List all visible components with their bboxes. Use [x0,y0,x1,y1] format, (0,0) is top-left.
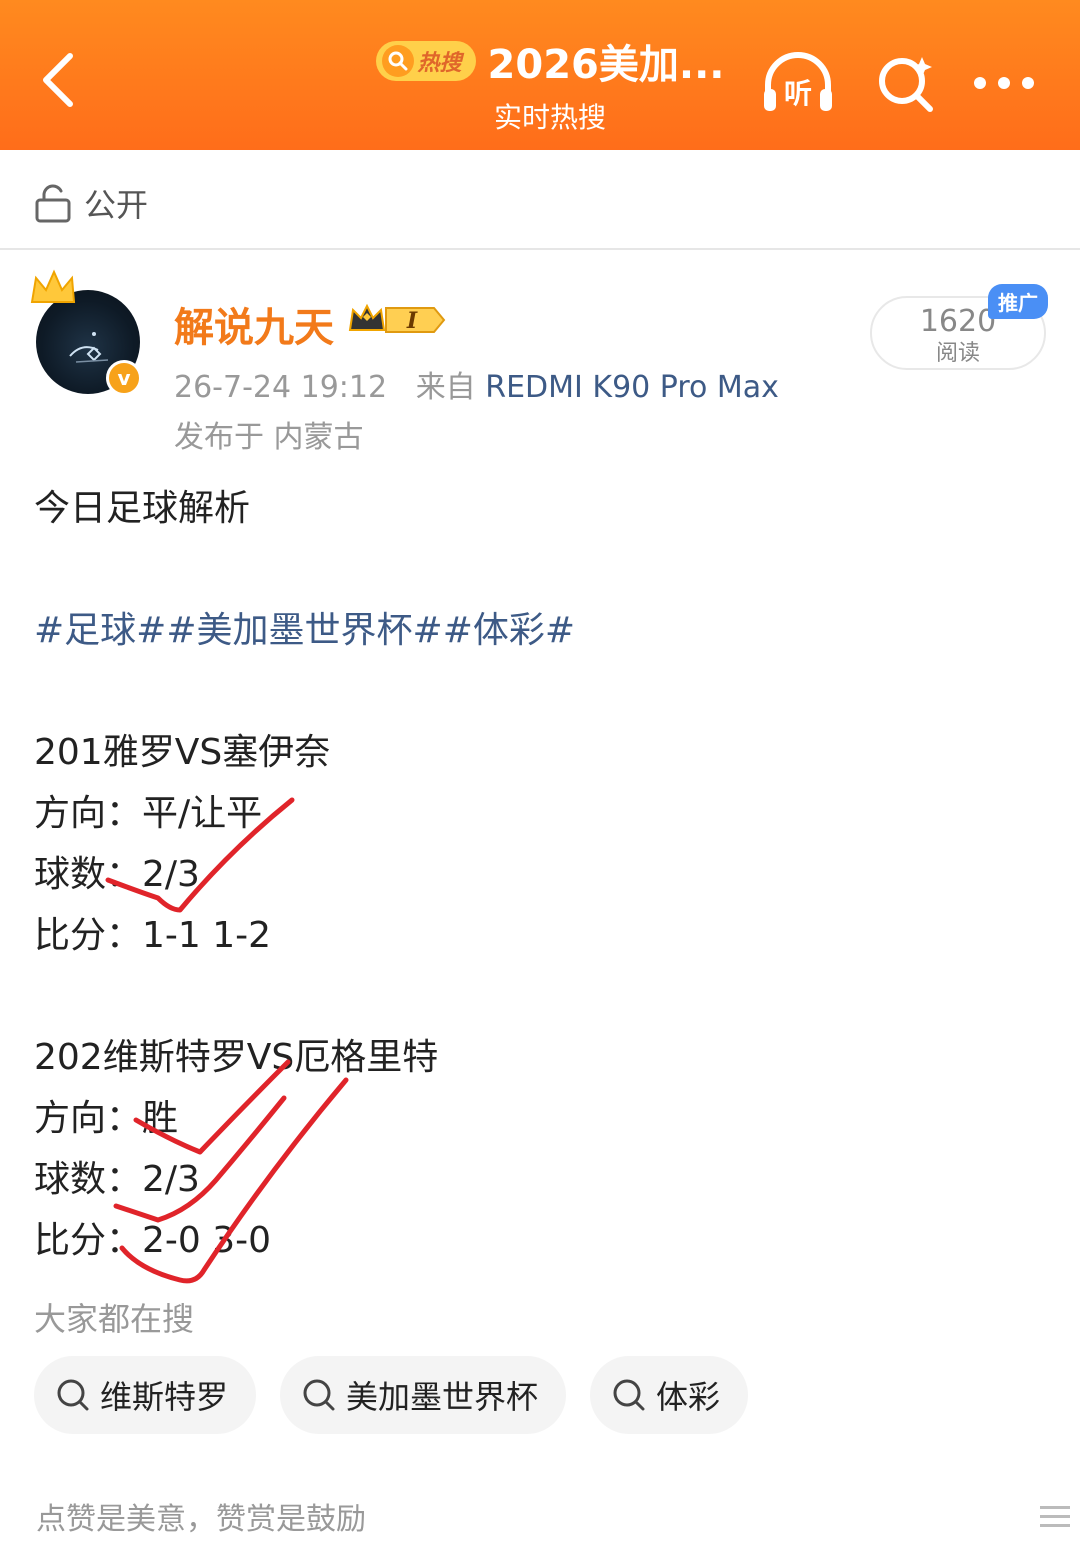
headphones-icon: 听 [764,52,832,111]
vip-level-badge-icon[interactable]: I [346,302,450,338]
hot-search-title[interactable]: 热搜 2026美加... 实时热搜 [370,30,730,136]
hot-search-badge: 热搜 [375,41,476,81]
hashtag-football[interactable]: #足球# [34,610,166,651]
more-dots-icon [974,77,1034,89]
hashtag-world-cup[interactable]: #美加墨世界杯# [166,610,442,651]
visibility-label: 公开 [84,186,149,224]
search-icon [613,1379,645,1411]
search-icon [303,1379,335,1411]
listen-button[interactable]: 听 [760,48,836,118]
related-search-title: 大家都在搜 [34,1300,195,1338]
related-search-chips: 维斯特罗 美加墨世界杯 体彩 [34,1356,749,1434]
related-chip-lottery[interactable]: 体彩 [590,1356,749,1434]
post-body: 今日足球解析 #足球##美加墨世界杯##体彩# 201雅罗VS塞伊奈 方向：平/… [34,478,1044,1271]
page-subtitle: 实时热搜 [493,101,606,134]
match2-header: 202维斯特罗VS厄格里特 [34,1037,439,1078]
username[interactable]: 解说九天 [174,295,334,353]
match1-score: 比分：1-1 1-2 [34,915,272,956]
read-count-label: 阅读 [935,341,980,366]
top-bar: 热搜 2026美加... 实时热搜 听 [0,0,1080,160]
hashtag-line: #足球##美加墨世界杯##体彩# [34,600,1044,661]
listen-label: 听 [784,77,812,110]
match1-direction: 方向：平/让平 [34,793,263,834]
page-title: 2026美加... [487,42,725,88]
post-card: 公开 v 解说九天 I 26-7-24 19:12 来自 REDMI K90 P… [0,150,1080,1547]
match2-score: 比分：2-0 3-0 [34,1220,272,1261]
crown-icon [30,269,76,303]
more-button[interactable] [966,48,1042,118]
post-time: 26-7-24 19:12 [174,370,388,405]
match2-direction: 方向：胜 [34,1098,179,1139]
reward-prompt: 点赞是美意，赞赏是鼓励 [36,1502,366,1537]
post-title: 今日足球解析 [34,488,251,529]
match1-header: 201雅罗VS塞伊奈 [34,732,331,773]
post-location: 发布于 内蒙古 [174,420,364,455]
match1-goals: 球数：2/3 [34,854,200,895]
visibility-indicator: 公开 [34,180,148,226]
search-button[interactable] [868,48,944,118]
divider [0,248,1080,250]
related-chip-westro[interactable]: 维斯特罗 [34,1356,257,1434]
search-icon [57,1379,89,1411]
chevron-left-icon [43,53,73,107]
unlock-icon [35,184,71,223]
hashtag-lottery[interactable]: #体彩# [443,610,575,651]
chip-label: 维斯特罗 [100,1378,229,1416]
from-prefix: 来自 [415,370,476,405]
verified-badge-icon: v [106,360,142,396]
search-sparkle-icon [879,57,933,112]
search-icon [381,45,414,77]
device-link[interactable]: REDMI K90 Pro Max [485,370,779,405]
match2-goals: 球数：2/3 [34,1159,200,1200]
post-meta: 26-7-24 19:12 来自 REDMI K90 Pro Max [174,362,779,406]
vip-level-text: I [406,308,418,334]
menu-lines-icon[interactable] [1040,1506,1070,1533]
chip-label: 美加墨世界杯 [346,1378,539,1416]
hot-badge-label: 热搜 [417,51,462,76]
back-button[interactable] [28,50,88,110]
promo-badge: 推广 [988,284,1048,319]
related-chip-world-cup[interactable]: 美加墨世界杯 [280,1356,567,1434]
chip-label: 体彩 [656,1378,721,1416]
